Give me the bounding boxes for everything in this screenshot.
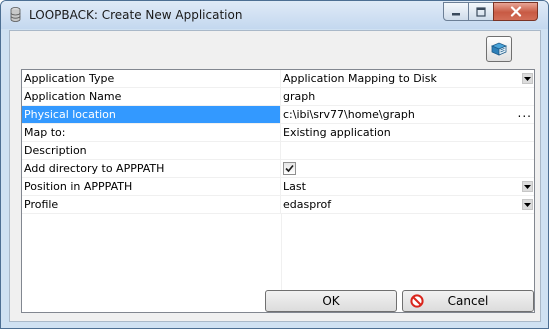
property-name: Map to: <box>22 124 281 142</box>
close-button[interactable] <box>493 2 538 21</box>
chevron-down-icon <box>524 202 531 207</box>
browse-button[interactable]: ... <box>518 106 532 122</box>
physical-location-field[interactable]: c:\ibi\srv77\home\graph ... <box>281 106 534 124</box>
add-directory-field[interactable] <box>281 160 534 178</box>
property-name: Application Type <box>22 70 281 88</box>
window-title: LOOPBACK: Create New Application <box>29 8 243 22</box>
property-name: Description <box>22 142 281 160</box>
add-directory-checkbox[interactable] <box>283 162 296 175</box>
help-button[interactable] <box>486 36 512 62</box>
profile-value: edasprof <box>283 198 332 211</box>
cancel-label: Cancel <box>447 294 489 308</box>
minimize-button[interactable] <box>443 2 469 21</box>
property-row-application-name[interactable]: Application Name graph <box>22 88 534 106</box>
ok-button[interactable]: OK <box>265 290 397 312</box>
app-icon <box>10 7 21 22</box>
maximize-button[interactable] <box>468 2 494 21</box>
property-row-physical-location[interactable]: Physical location c:\ibi\srv77\home\grap… <box>22 106 534 124</box>
application-name-field[interactable]: graph <box>281 88 534 106</box>
dialog-window: LOOPBACK: Create New Application Applica… <box>0 0 549 329</box>
application-type-dropdown[interactable] <box>522 73 533 84</box>
property-name: Add directory to APPPATH <box>22 160 281 178</box>
profile-dropdown[interactable] <box>522 199 533 210</box>
property-row-position-in-apppath[interactable]: Position in APPPATH Last <box>22 178 534 196</box>
property-name: Application Name <box>22 88 281 106</box>
no-entry-icon <box>410 294 424 308</box>
maximize-icon <box>476 6 486 17</box>
property-name: Position in APPPATH <box>22 178 281 196</box>
property-row-map-to[interactable]: Map to: Existing application <box>22 124 534 142</box>
property-row-add-directory[interactable]: Add directory to APPPATH <box>22 160 534 178</box>
property-row-description[interactable]: Description <box>22 142 534 160</box>
close-icon <box>510 6 521 17</box>
position-field[interactable]: Last <box>281 178 534 196</box>
property-row-profile[interactable]: Profile edasprof <box>22 196 534 214</box>
map-to-field[interactable]: Existing application <box>281 124 534 142</box>
title-bar[interactable]: LOOPBACK: Create New Application <box>1 1 548 29</box>
position-dropdown[interactable] <box>522 181 533 192</box>
property-name: Profile <box>22 196 281 214</box>
help-book-icon <box>490 42 508 56</box>
application-name-value: graph <box>283 90 316 103</box>
chevron-down-icon <box>524 184 531 189</box>
map-to-value: Existing application <box>283 126 391 139</box>
profile-field[interactable]: edasprof <box>281 196 534 214</box>
ok-label: OK <box>322 294 340 308</box>
application-type-value: Application Mapping to Disk <box>283 72 437 85</box>
position-value: Last <box>283 180 306 193</box>
chevron-down-icon <box>524 76 531 81</box>
property-name: Physical location <box>22 106 281 124</box>
property-row-application-type[interactable]: Application Type Application Mapping to … <box>22 70 534 88</box>
property-value[interactable]: Application Mapping to Disk <box>281 70 534 88</box>
description-field[interactable] <box>281 142 534 160</box>
checkmark-icon <box>285 164 294 173</box>
minimize-icon <box>452 12 460 15</box>
cancel-button[interactable]: Cancel <box>402 290 534 312</box>
property-grid: Application Type Application Mapping to … <box>21 69 535 313</box>
dialog-body: Application Type Application Mapping to … <box>9 30 541 322</box>
physical-location-value: c:\ibi\srv77\home\graph <box>283 108 415 121</box>
